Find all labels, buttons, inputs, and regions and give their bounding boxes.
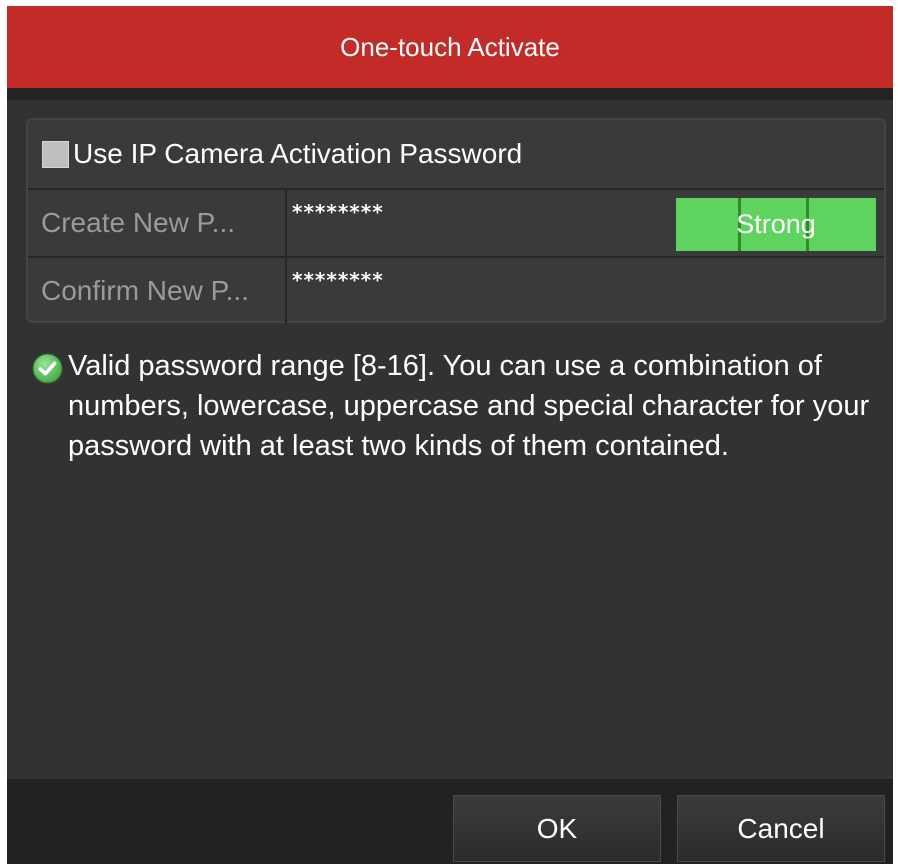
password-hint-text: Valid password range [8-16]. You can use… [68, 350, 870, 462]
check-circle-icon [32, 353, 63, 384]
password-strength-indicator: Strong [676, 198, 876, 251]
dialog-footer: OK Cancel [7, 779, 893, 864]
confirm-password-field[interactable]: ******** [292, 268, 672, 308]
ok-button[interactable]: OK [453, 795, 661, 862]
dialog-title-bar: One-touch Activate [7, 6, 893, 88]
create-password-field[interactable]: ******** [292, 200, 672, 240]
create-password-row: Create New P... ******** Strong [28, 188, 884, 256]
activate-dialog: One-touch Activate Use IP Camera Activat… [7, 6, 893, 864]
create-password-label: Create New P... [41, 207, 236, 238]
password-panel: Use IP Camera Activation Password Create… [26, 118, 886, 324]
confirm-password-row: Confirm New P... ******** [28, 256, 884, 324]
password-hint: Valid password range [8-16]. You can use… [31, 346, 881, 466]
use-camera-password-checkbox-wrapper[interactable]: Use IP Camera Activation Password [28, 120, 884, 188]
use-camera-password-checkbox[interactable] [42, 140, 69, 168]
title-separator [7, 88, 893, 100]
cancel-button[interactable]: Cancel [677, 795, 885, 862]
password-strength-label: Strong [736, 209, 816, 239]
dialog-title: One-touch Activate [340, 31, 560, 62]
confirm-password-divider [285, 258, 287, 324]
confirm-password-label: Confirm New P... [41, 275, 249, 306]
use-camera-password-row: Use IP Camera Activation Password [28, 120, 884, 188]
use-camera-password-label[interactable]: Use IP Camera Activation Password [73, 138, 522, 170]
create-password-divider [285, 190, 287, 256]
